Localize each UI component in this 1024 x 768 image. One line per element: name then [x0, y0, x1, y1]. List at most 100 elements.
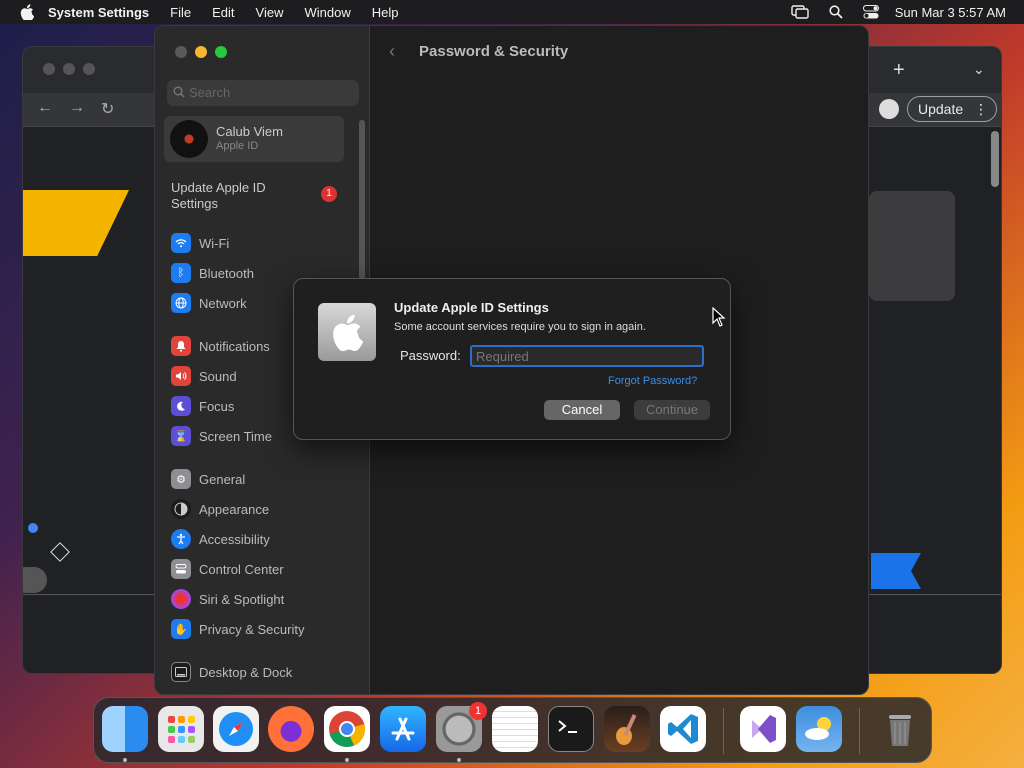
window-zoom-button[interactable]: [215, 46, 227, 58]
sidebar-item-general[interactable]: ⚙ General: [171, 468, 245, 490]
sidebar-item-label: Accessibility: [199, 531, 270, 547]
apple-id-account-row[interactable]: Calub Viem Apple ID: [164, 116, 344, 162]
forgot-password-link[interactable]: Forgot Password?: [608, 375, 697, 387]
wifi-icon: [171, 233, 191, 253]
account-avatar: [170, 120, 208, 158]
sidebar-scrollbar[interactable]: [359, 120, 365, 280]
control-center-icon[interactable]: [862, 5, 879, 19]
sidebar-item-network[interactable]: Network: [171, 292, 247, 314]
chrome-scrollbar[interactable]: [991, 131, 999, 187]
trash-icon[interactable]: [877, 706, 923, 752]
textedit-icon[interactable]: [492, 706, 538, 752]
sidebar-item-control-center[interactable]: Control Center: [171, 558, 284, 580]
page-title: Password & Security: [419, 43, 569, 60]
menu-help[interactable]: Help: [372, 5, 399, 20]
screen-mirroring-icon[interactable]: [791, 5, 809, 19]
update-apple-id-row[interactable]: Update Apple ID Settings 1: [171, 180, 361, 212]
update-apple-id-dialog: Update Apple ID Settings Some account se…: [293, 278, 731, 440]
menu-edit[interactable]: Edit: [212, 5, 234, 20]
dialog-title: Update Apple ID Settings: [394, 300, 549, 315]
appearance-icon: [171, 499, 191, 519]
bell-icon: [171, 336, 191, 356]
dock: 1: [93, 697, 932, 763]
profile-avatar-icon[interactable]: [879, 99, 899, 119]
settings-search-field[interactable]: Search: [167, 80, 359, 106]
tab-search-icon[interactable]: ⌄: [973, 61, 985, 78]
sidebar-item-wifi[interactable]: Wi-Fi: [171, 232, 229, 254]
window-close-button[interactable]: [175, 46, 187, 58]
terminal-icon[interactable]: [548, 706, 594, 752]
search-placeholder: Search: [189, 85, 231, 100]
back-chevron-icon[interactable]: ‹: [389, 41, 395, 62]
sidebar-item-screen-time[interactable]: ⌛ Screen Time: [171, 425, 272, 447]
weather-icon[interactable]: [796, 706, 842, 752]
visual-studio-icon[interactable]: [740, 706, 786, 752]
dialog-message: Some account services require you to sig…: [394, 321, 646, 333]
dock-icon: [171, 662, 191, 682]
sidebar-item-label: Privacy & Security: [199, 621, 305, 637]
hand-icon: ✋: [171, 619, 191, 639]
bluetooth-icon: ᛒ: [171, 263, 191, 283]
continue-button[interactable]: Continue: [634, 400, 710, 420]
menu-app-name[interactable]: System Settings: [48, 5, 149, 20]
chrome-icon[interactable]: [324, 706, 370, 752]
accessibility-icon: [171, 529, 191, 549]
apple-logo-icon: [318, 303, 376, 361]
cancel-button[interactable]: Cancel: [544, 400, 620, 420]
system-settings-running-indicator: [457, 758, 461, 762]
sidebar-item-appearance[interactable]: Appearance: [171, 498, 269, 520]
sidebar-item-bluetooth[interactable]: ᛒ Bluetooth: [171, 262, 254, 284]
sidebar-item-label: Network: [199, 295, 247, 311]
menu-window[interactable]: Window: [304, 5, 350, 20]
chrome-menu-icon[interactable]: ⋮: [974, 97, 988, 121]
chrome-zoom-button[interactable]: [83, 63, 95, 75]
account-name: Calub Viem: [216, 124, 283, 139]
menubar-clock[interactable]: Sun Mar 3 5:57 AM: [895, 5, 1006, 20]
safari-icon[interactable]: [213, 706, 259, 752]
chrome-minimize-button[interactable]: [63, 63, 75, 75]
control-center-icon: [171, 559, 191, 579]
sidebar-item-sound[interactable]: Sound: [171, 365, 237, 387]
sidebar-item-label: Control Center: [199, 561, 284, 577]
vscode-icon[interactable]: [660, 706, 706, 752]
chrome-running-indicator: [345, 758, 349, 762]
app-store-icon[interactable]: [380, 706, 426, 752]
sidebar-item-privacy-security[interactable]: ✋ Privacy & Security: [171, 618, 304, 640]
password-label: Password:: [400, 348, 461, 363]
menu-file[interactable]: File: [170, 5, 191, 20]
sidebar-item-accessibility[interactable]: Accessibility: [171, 528, 270, 550]
decorative-diamond-icon: [50, 542, 70, 562]
launchpad-icon[interactable]: [158, 706, 204, 752]
sidebar-item-focus[interactable]: Focus: [171, 395, 234, 417]
sidebar-item-notifications[interactable]: Notifications: [171, 335, 270, 357]
decorative-gray-pill: [23, 567, 47, 593]
new-tab-icon[interactable]: +: [893, 59, 905, 82]
sidebar-item-label: Notifications: [199, 338, 270, 354]
gear-icon: ⚙: [171, 469, 191, 489]
chrome-update-button[interactable]: Update ⋮: [907, 96, 997, 122]
window-minimize-button[interactable]: [195, 46, 207, 58]
spotlight-search-icon[interactable]: [829, 5, 843, 19]
finder-icon[interactable]: [102, 706, 148, 752]
chrome-close-button[interactable]: [43, 63, 55, 75]
speaker-icon: [171, 366, 191, 386]
firefox-icon[interactable]: [268, 706, 314, 752]
garageband-icon[interactable]: [604, 706, 650, 752]
sidebar-item-label: Focus: [199, 398, 235, 414]
chrome-update-label: Update: [918, 101, 964, 117]
mouse-cursor-icon: [712, 307, 726, 327]
reload-icon[interactable]: ↻: [101, 99, 114, 119]
sidebar-item-desktop-dock[interactable]: Desktop & Dock: [171, 661, 292, 683]
search-icon: [173, 86, 185, 98]
finder-running-indicator: [123, 758, 127, 762]
sidebar-item-label: Wi-Fi: [199, 235, 230, 251]
apple-menu-icon[interactable]: [20, 4, 34, 20]
sidebar-item-label: Screen Time: [199, 428, 272, 444]
password-field[interactable]: [470, 345, 704, 367]
forward-arrow-icon[interactable]: →: [69, 99, 85, 117]
menu-view[interactable]: View: [256, 5, 284, 20]
sidebar-item-siri-spotlight[interactable]: Siri & Spotlight: [171, 588, 284, 610]
back-arrow-icon[interactable]: ←: [37, 99, 53, 117]
sidebar-item-label: Desktop & Dock: [199, 664, 293, 680]
sidebar-item-label: Appearance: [199, 501, 270, 517]
